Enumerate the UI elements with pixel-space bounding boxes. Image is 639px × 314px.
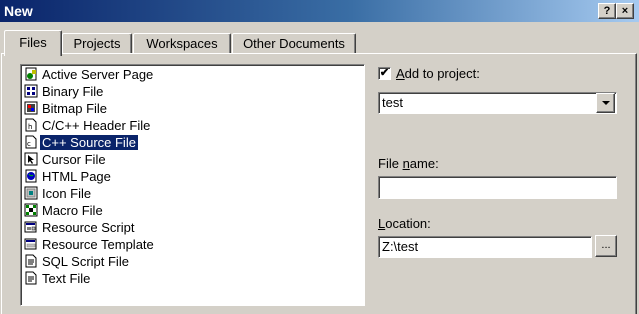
location-label: Location: (378, 216, 431, 231)
list-item[interactable]: Text File (24, 270, 92, 287)
list-item[interactable]: Cursor File (24, 151, 108, 168)
tab-other-documents[interactable]: Other Documents (232, 33, 356, 54)
add-to-project-checkbox[interactable]: ✔ (378, 67, 391, 80)
tab-other-documents-label: Other Documents (243, 36, 345, 51)
window-title: New (4, 3, 33, 19)
browse-button[interactable]: ... (595, 235, 617, 257)
asp-icon (24, 67, 38, 81)
list-item[interactable]: Binary File (24, 83, 105, 100)
tab-files[interactable]: Files (4, 30, 62, 56)
list-item[interactable]: Macro File (24, 202, 105, 219)
project-select[interactable]: test (378, 92, 617, 114)
help-button[interactable]: ? (598, 3, 616, 19)
close-button[interactable]: × (616, 3, 634, 19)
resource-template-icon (24, 237, 38, 251)
project-dropdown-button[interactable] (596, 93, 615, 113)
bitmap-file-icon (24, 101, 38, 115)
list-item[interactable]: Bitmap File (24, 100, 109, 117)
location-value: Z:\test (382, 239, 419, 254)
source-file-icon: c (24, 135, 38, 149)
file-type-list[interactable]: Active Server Page Binary File Bitmap Fi… (20, 64, 365, 306)
svg-text:h: h (28, 123, 32, 131)
sql-script-icon (24, 254, 38, 268)
resource-script-icon (24, 220, 38, 234)
binary-file-icon (24, 84, 38, 98)
list-item[interactable]: HTML Page (24, 168, 113, 185)
location-field[interactable]: Z:\test (378, 236, 592, 258)
text-file-icon (24, 271, 38, 285)
title-bar: New ? × (0, 0, 639, 22)
list-item[interactable]: Resource Template (24, 236, 156, 253)
macro-file-icon (24, 203, 38, 217)
header-file-icon: h (24, 118, 38, 132)
list-item[interactable]: Resource Script (24, 219, 136, 236)
list-item[interactable]: c C++ Source File (24, 134, 139, 151)
file-name-label: File name: (378, 156, 439, 171)
tab-projects[interactable]: Projects (62, 33, 132, 54)
project-select-value: test (382, 95, 403, 110)
tab-workspaces-label: Workspaces (146, 36, 218, 51)
icon-file-icon (24, 186, 38, 200)
add-to-project-label: Add to project: (396, 66, 480, 81)
tab-projects-label: Projects (73, 36, 121, 51)
tab-workspaces[interactable]: Workspaces (133, 33, 231, 54)
svg-text:c: c (27, 140, 31, 148)
cursor-file-icon (24, 152, 38, 166)
list-item[interactable]: Icon File (24, 185, 93, 202)
list-item[interactable]: Active Server Page (24, 66, 155, 83)
list-item[interactable]: h C/C++ Header File (24, 117, 152, 134)
chevron-down-icon (602, 101, 610, 105)
list-item[interactable]: SQL Script File (24, 253, 131, 270)
html-page-icon (24, 169, 38, 183)
file-name-field[interactable] (378, 176, 617, 199)
tab-files-label: Files (19, 35, 47, 50)
